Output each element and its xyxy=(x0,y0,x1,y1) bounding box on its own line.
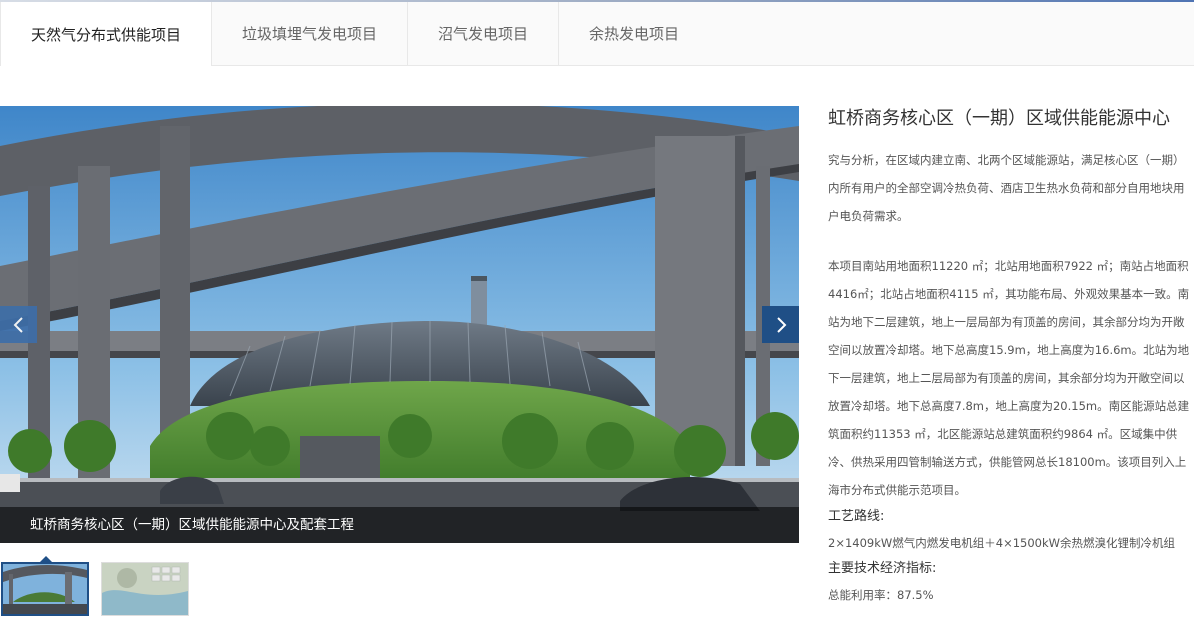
description-line: 究与分析，在区域内建立南、北两个区域能源站，满足核心区（一期） xyxy=(828,153,1185,167)
description-line: 筑面积约11353 ㎡，北区能源站总建筑面积约9864 ㎡。区域集中供 xyxy=(828,427,1178,441)
thumbnail-1[interactable] xyxy=(1,562,89,616)
description-line: 4416㎡；北站占地面积4115 ㎡，其功能布局、外观效果基本一致。南 xyxy=(828,287,1190,301)
indicators-label: 主要技术经济指标: xyxy=(828,561,937,576)
description-line: 放置冷却塔。地下总高度7.8m，地上高度为20.15m。南区能源站总建 xyxy=(828,399,1190,413)
project-description-1: 究与分析，在区域内建立南、北两个区域能源站，满足核心区（一期） 内所有用户的全部… xyxy=(828,146,1194,230)
project-description-2: 本项目南站用地面积11220 ㎡；北站用地面积7922 ㎡；南站占地面积 441… xyxy=(828,252,1194,504)
project-image-slider: 虹桥商务核心区（一期）区域供能能源中心及配套工程 xyxy=(0,106,799,543)
description-line: 本项目南站用地面积11220 ㎡；北站用地面积7922 ㎡；南站占地面积 xyxy=(828,259,1189,273)
project-type-tabs: 天然气分布式供能项目 垃圾填埋气发电项目 沼气发电项目 余热发电项目 xyxy=(0,2,1194,66)
process-route-label: 工艺路线: xyxy=(828,509,885,524)
description-line: 冷、供热采用四管制输送方式，供能管网总长18100m。该项目列入上 xyxy=(828,455,1187,469)
chevron-right-icon xyxy=(776,316,786,333)
thumbnail-2[interactable] xyxy=(101,562,189,616)
project-title: 虹桥商务核心区（一期）区域供能能源中心 xyxy=(828,108,1170,129)
indicator-energy-utilization: 总能利用率：87.5% xyxy=(828,588,934,602)
tab-natural-gas-distributed[interactable]: 天然气分布式供能项目 xyxy=(0,2,212,66)
description-line: 户电负荷需求。 xyxy=(828,209,909,223)
description-line: 空间以放置冷却塔。地下总高度15.9m，地上高度为16.6m。北站为地 xyxy=(828,343,1190,357)
slide-caption: 虹桥商务核心区（一期）区域供能能源中心及配套工程 xyxy=(0,507,799,543)
thumbnail-2-image xyxy=(102,563,188,615)
slider-prev-button[interactable] xyxy=(0,306,37,343)
tab-biogas-power[interactable]: 沼气发电项目 xyxy=(408,2,559,65)
tab-waste-heat-power[interactable]: 余热发电项目 xyxy=(559,2,709,65)
description-line: 站为地下二层建筑，地上一层局部为有顶盖的房间，其余部分均为开敞 xyxy=(828,315,1185,329)
description-line: 内所有用户的全部空调冷热负荷、酒店卫生热水负荷和部分自用地块用 xyxy=(828,181,1185,195)
project-rendering-image xyxy=(0,106,799,543)
description-line: 海市分布式供能示范项目。 xyxy=(828,483,966,497)
tab-landfill-gas-power[interactable]: 垃圾填埋气发电项目 xyxy=(212,2,408,65)
chevron-left-icon xyxy=(13,316,23,333)
thumbnail-1-image xyxy=(3,564,87,614)
description-line: 下一层建筑，地上二层局部为有顶盖的房间，其余部分均为开敞空间以 xyxy=(828,371,1185,385)
process-route-value: 2×1409kW燃气内燃发电机组＋4×1500kW余热燃溴化锂制冷机组 xyxy=(828,536,1175,550)
slider-next-button[interactable] xyxy=(762,306,799,343)
project-info-panel: 虹桥商务核心区（一期）区域供能能源中心 究与分析，在区域内建立南、北两个区域能源… xyxy=(828,104,1194,608)
